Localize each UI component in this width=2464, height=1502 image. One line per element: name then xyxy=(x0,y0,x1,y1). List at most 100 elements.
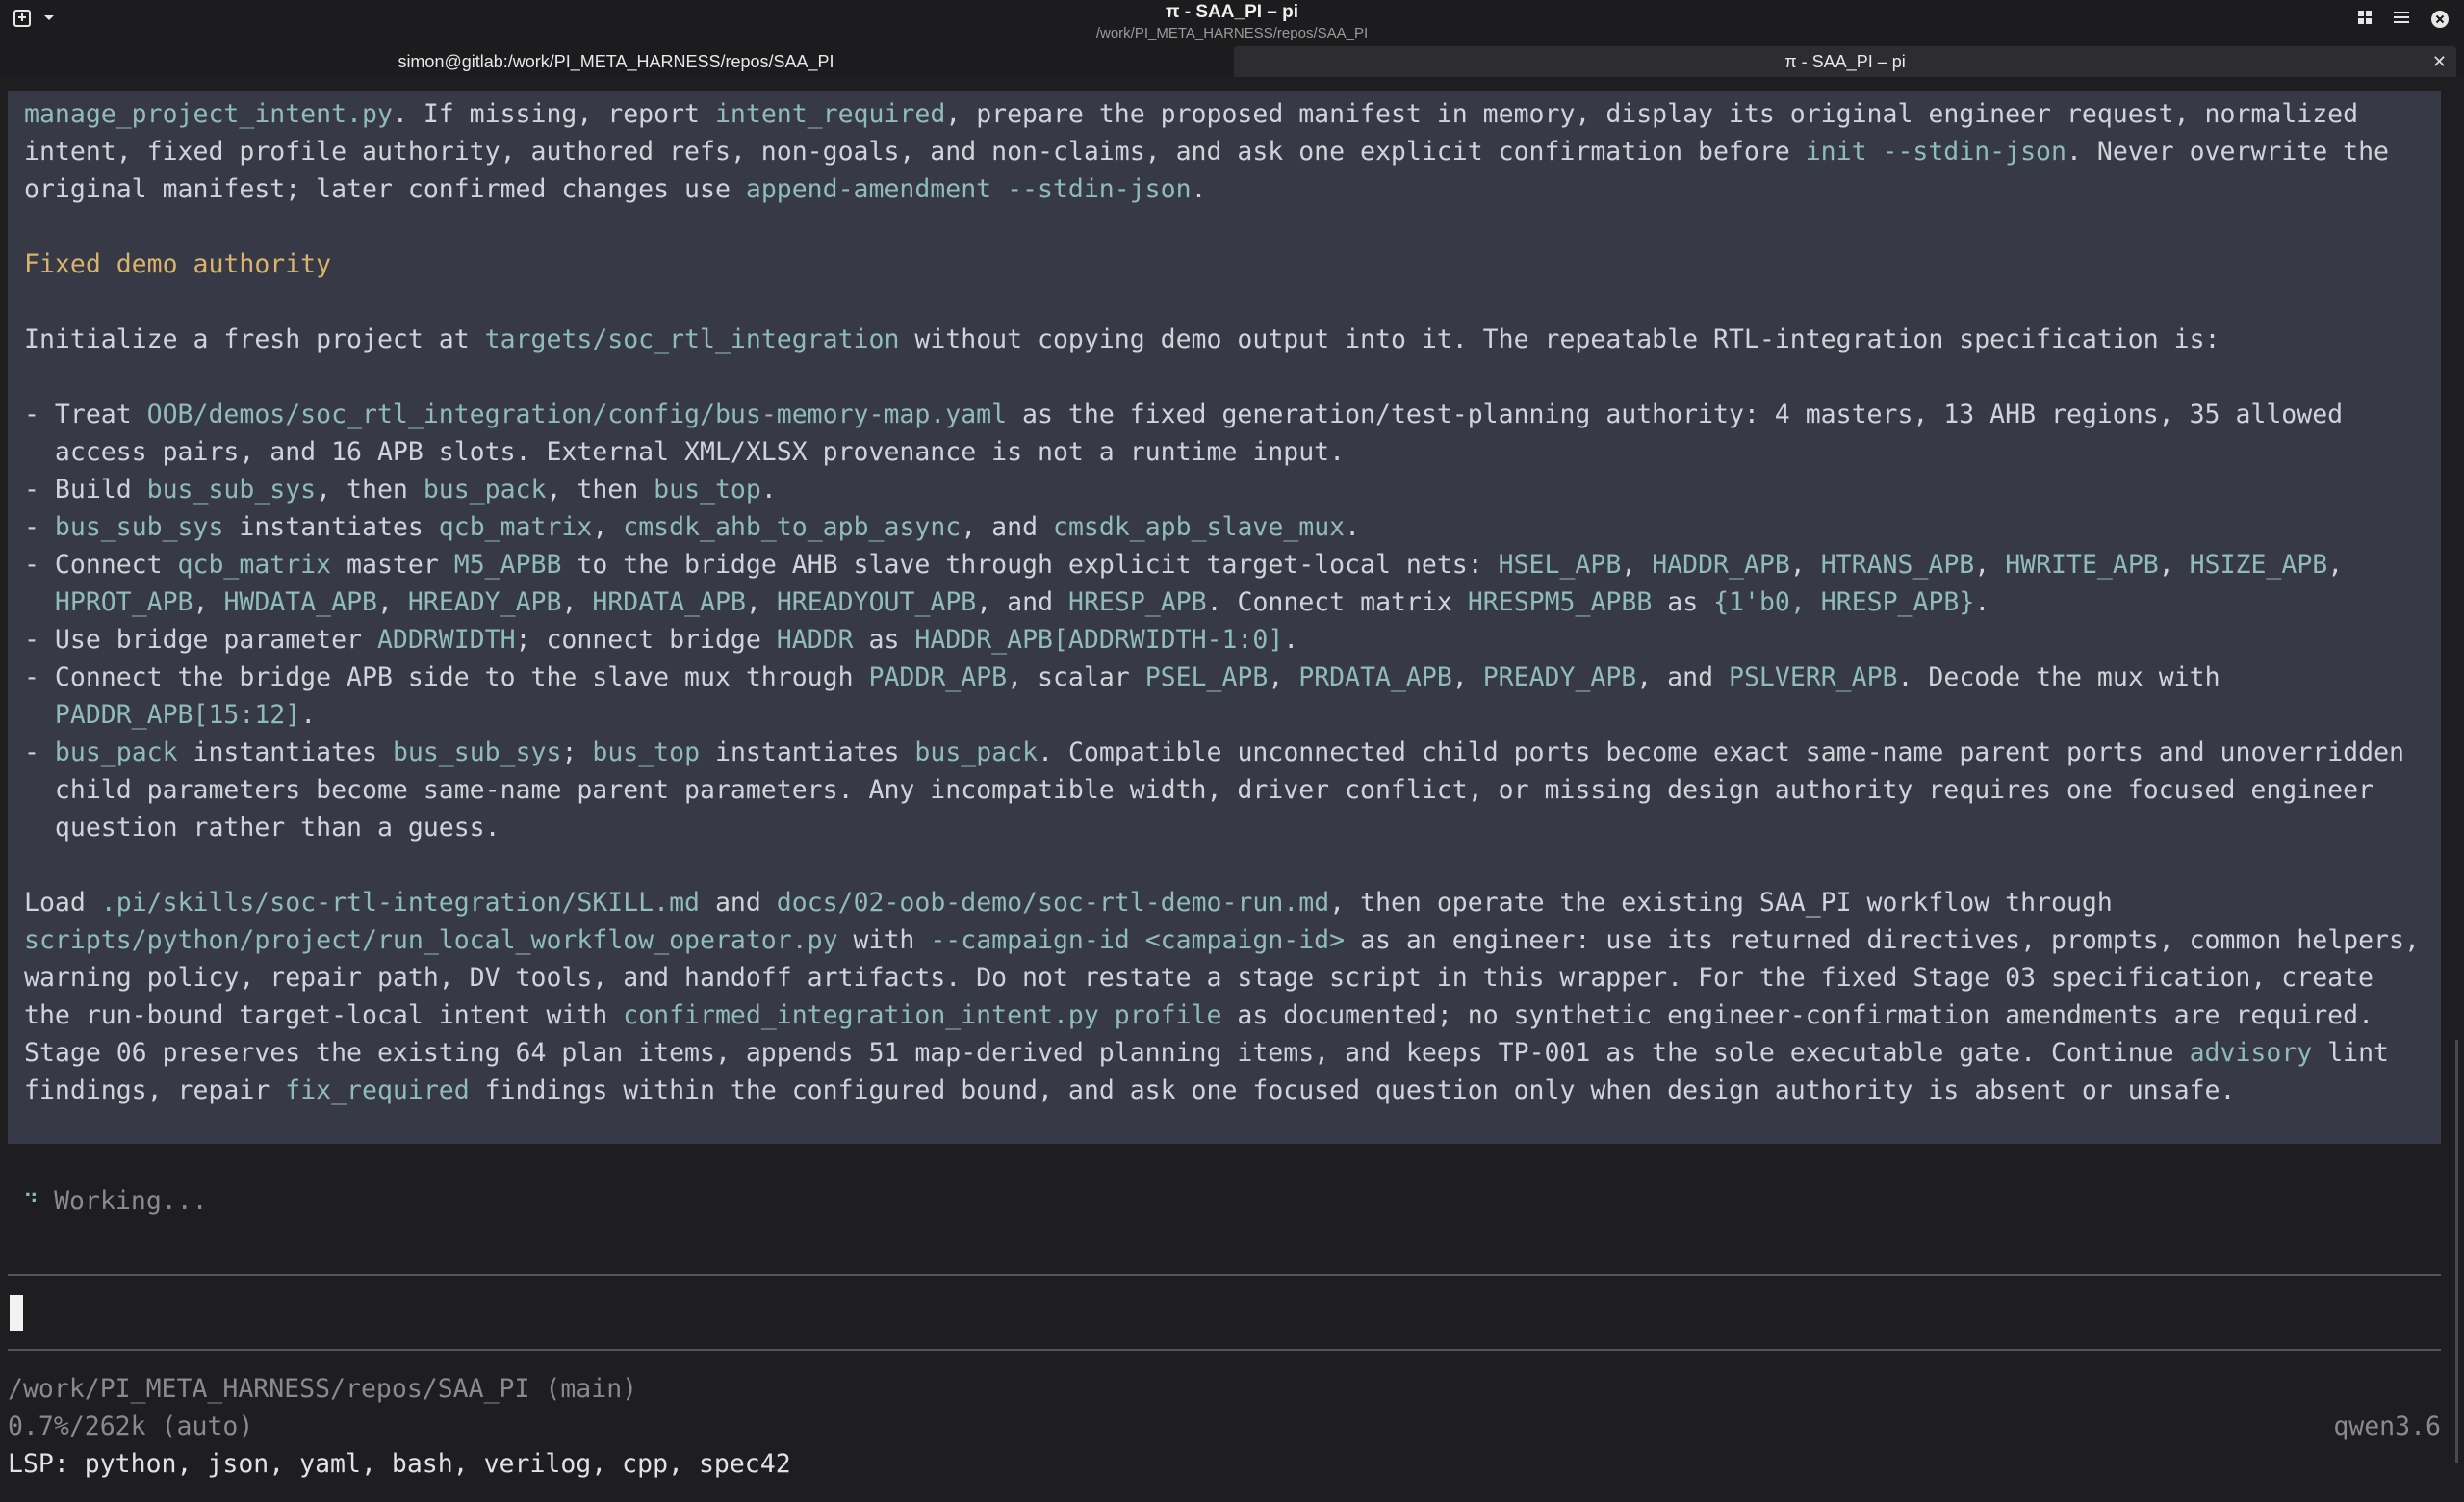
message-line: scripts/python/project/run_local_workflo… xyxy=(24,921,2420,959)
text-span: instantiates xyxy=(223,512,439,542)
message-block: manage_project_intent.py. If missing, re… xyxy=(8,91,2441,1144)
text-span: instantiates xyxy=(700,738,915,767)
code-span: bus_top xyxy=(592,738,701,767)
tab-close-icon[interactable]: ✕ xyxy=(2432,46,2447,77)
text-span: - xyxy=(24,512,55,542)
text-span: , xyxy=(561,587,593,617)
hamburger-menu-icon[interactable] xyxy=(2391,10,2412,31)
text-span: . xyxy=(1345,512,1361,542)
text-span: , xyxy=(2327,550,2344,580)
text-span: - Connect xyxy=(24,550,178,580)
code-span: fix_required xyxy=(285,1075,470,1105)
code-span: HADDR_APB xyxy=(1652,550,1790,580)
text-span: , xyxy=(745,587,777,617)
text-span: original manifest; later confirmed chang… xyxy=(24,174,746,204)
text-span: , then xyxy=(546,475,654,505)
text-span: , xyxy=(192,587,224,617)
text-span: warning policy, repair path, DV tools, a… xyxy=(24,963,2374,993)
message-line: - bus_sub_sys instantiates qcb_matrix, c… xyxy=(24,508,1360,546)
spinner-icon: ⠙ xyxy=(23,1191,39,1215)
text-cursor xyxy=(10,1295,23,1331)
message-line: intent, fixed profile authority, authore… xyxy=(24,133,2389,170)
text-span: ; connect bridge xyxy=(515,625,777,655)
text-span: Load xyxy=(24,888,101,918)
input-bottom-divider xyxy=(8,1349,2441,1351)
tab-shell[interactable]: simon@gitlab:/work/PI_META_HARNESS/repos… xyxy=(0,46,1232,77)
message-line: findings, repair fix_required findings w… xyxy=(24,1072,2235,1109)
code-span: confirmed_integration_intent.py profile xyxy=(623,1000,1222,1030)
message-line: the run-bound target-local intent with c… xyxy=(24,997,2374,1034)
text-span: as the fixed generation/test-planning au… xyxy=(1007,400,2344,429)
scrollbar[interactable] xyxy=(2455,1040,2458,1463)
message-line: - Connect qcb_matrix master M5_APBB to t… xyxy=(24,546,2343,583)
message-line: Stage 06 preserves the existing 64 plan … xyxy=(24,1034,2389,1072)
code-span: bus_top xyxy=(654,475,761,505)
text-span: - Connect the bridge APB side to the sla… xyxy=(24,662,869,692)
code-span: HSIZE_APB xyxy=(2189,550,2328,580)
window-subtitle: /work/PI_META_HARNESS/repos/SAA_PI xyxy=(1095,25,1369,41)
message-line: child parameters become same-name parent… xyxy=(24,771,2374,809)
text-span: , xyxy=(376,587,408,617)
text-span: child parameters become same-name parent… xyxy=(24,775,2374,805)
message-line: question rather than a guess. xyxy=(24,809,500,846)
text-span: findings, repair xyxy=(24,1075,286,1105)
working-status: ⠙ Working... xyxy=(23,1186,208,1216)
text-span: findings within the configured bound, an… xyxy=(469,1075,2236,1105)
code-span: qcb_matrix xyxy=(438,512,593,542)
code-span: PSLVERR_APB xyxy=(1729,662,1898,692)
tab-bar: simon@gitlab:/work/PI_META_HARNESS/repos… xyxy=(0,46,2464,77)
text-span: - xyxy=(24,738,55,767)
text-span: ; xyxy=(561,738,593,767)
message-line: - Use bridge parameter ADDRWIDTH; connec… xyxy=(24,621,1298,659)
code-span: init --stdin-json xyxy=(1805,137,2066,167)
code-span: intent_required xyxy=(714,99,946,129)
code-span: bus_sub_sys xyxy=(146,475,317,505)
message-line: PADDR_APB[15:12]. xyxy=(24,696,316,734)
code-span: cmsdk_ahb_to_apb_async xyxy=(623,512,962,542)
text-span: . If missing, report xyxy=(392,99,715,129)
code-span: cmsdk_apb_slave_mux xyxy=(1053,512,1346,542)
text-span: Stage 06 preserves the existing 64 plan … xyxy=(24,1038,2190,1068)
working-label: Working... xyxy=(54,1186,208,1216)
code-span: bus_pack xyxy=(423,475,547,505)
close-window-icon[interactable] xyxy=(2429,10,2451,31)
text-span: . xyxy=(760,475,777,505)
code-span: docs/02-oob-demo/soc-rtl-demo-run.md xyxy=(776,888,1330,918)
message-line: - bus_pack instantiates bus_sub_sys; bus… xyxy=(24,734,2404,771)
text-span: , xyxy=(1268,662,1299,692)
title-bar: π - SAA_PI – pi /work/PI_META_HARNESS/re… xyxy=(0,0,2464,46)
message-line: HPROT_APB, HWDATA_APB, HREADY_APB, HRDAT… xyxy=(24,583,1989,621)
section-heading: Fixed demo authority xyxy=(24,249,332,279)
text-span: , scalar xyxy=(1007,662,1145,692)
text-span: intent, fixed profile authority, authore… xyxy=(24,137,1806,167)
prompt-input[interactable] xyxy=(8,1278,2441,1347)
text-span: , then xyxy=(316,475,424,505)
text-span: with xyxy=(837,925,931,955)
code-span: HADDR xyxy=(776,625,854,655)
code-span: --campaign-id <campaign-id> xyxy=(930,925,1346,955)
text-span: . xyxy=(1283,625,1299,655)
text-span: Initialize a fresh project at xyxy=(24,324,485,354)
text-span: , xyxy=(1974,550,2006,580)
text-span: and xyxy=(700,888,777,918)
code-span: OOB/demos/soc_rtl_integration/config/bus… xyxy=(146,400,1008,429)
message-line: Load .pi/skills/soc-rtl-integration/SKIL… xyxy=(24,884,2113,921)
code-span: HREADY_APB xyxy=(407,587,562,617)
tab-pi-session[interactable]: π - SAA_PI – pi ✕ xyxy=(1234,46,2456,77)
text-span: as xyxy=(853,625,915,655)
text-span: as an engineer: use its returned directi… xyxy=(1345,925,2420,955)
code-span: HTRANS_APB xyxy=(1820,550,1975,580)
message-line: warning policy, repair path, DV tools, a… xyxy=(24,959,2374,997)
footer-lsp: LSP: python, json, yaml, bash, verilog, … xyxy=(8,1449,791,1479)
text-span: , prepare the proposed manifest in memor… xyxy=(945,99,2359,129)
code-span: HPROT_APB xyxy=(54,587,193,617)
text-span: . Compatible unconnected child ports bec… xyxy=(1038,738,2404,767)
text-span: , xyxy=(1621,550,1653,580)
grid-icon[interactable] xyxy=(2354,10,2375,31)
text-span xyxy=(24,587,55,617)
text-span: question rather than a guess. xyxy=(24,813,500,842)
text-span: as xyxy=(1652,587,1714,617)
code-span: bus_sub_sys xyxy=(392,738,562,767)
code-span: PADDR_APB xyxy=(868,662,1008,692)
footer-cwd: /work/PI_META_HARNESS/repos/SAA_PI (main… xyxy=(8,1374,638,1404)
